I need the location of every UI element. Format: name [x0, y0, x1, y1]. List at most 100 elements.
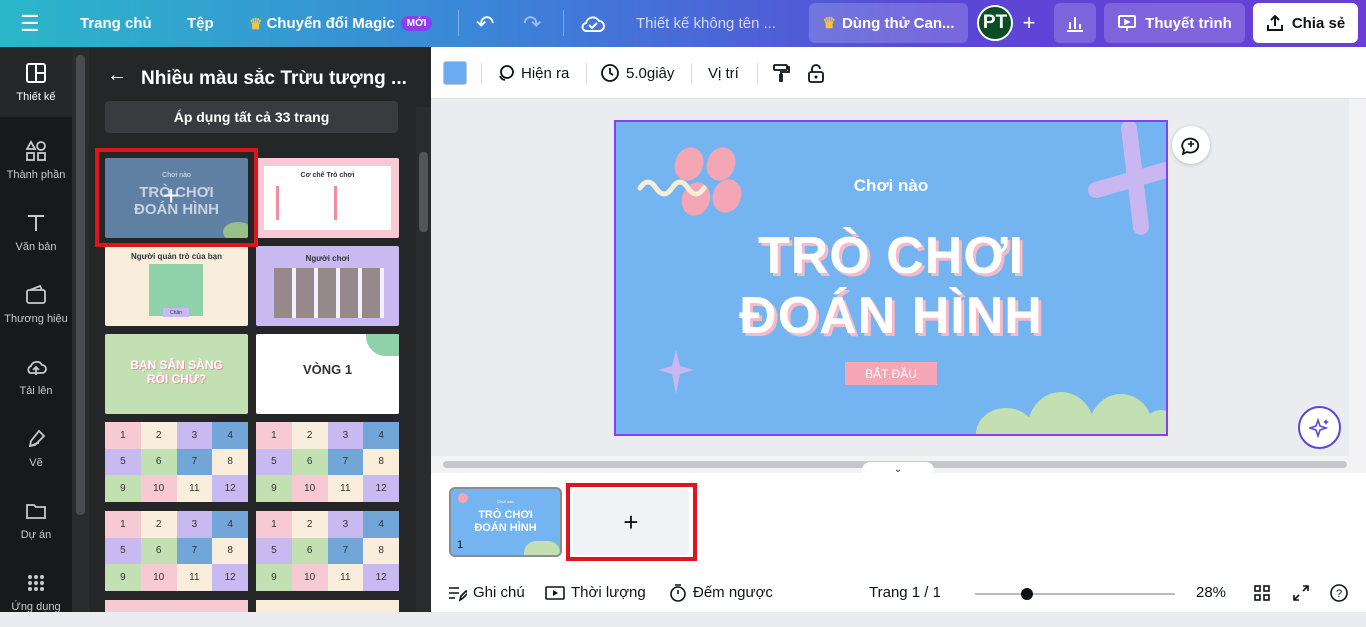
position-button[interactable]: Vị trí	[708, 47, 739, 99]
slide-canvas[interactable]: Chơi nào TRÒ CHƠI ĐOÁN HÌNH BẮT ĐẦU	[614, 120, 1168, 436]
duration-button[interactable]: Thời lượng	[545, 573, 646, 612]
duration-label: 5.0giây	[626, 64, 675, 82]
folder-icon	[26, 504, 46, 519]
crown-icon: ♛	[249, 15, 263, 33]
template-thumbnail-grid[interactable]: 1234 5678 9 10 11 12	[256, 422, 399, 502]
back-arrow-icon[interactable]: ←	[107, 64, 127, 87]
slide-title-line: TRÒ CHƠI	[757, 227, 1025, 285]
template-panel: ← Nhiều màu sắc Trừu tượng ... Áp dụng t…	[89, 47, 431, 612]
present-label: Thuyết trình	[1145, 14, 1232, 32]
brand-icon	[26, 284, 46, 304]
background-color-button[interactable]	[443, 47, 467, 99]
grid-view-icon[interactable]	[1253, 573, 1271, 612]
nav-label: Thành phần	[6, 169, 66, 181]
template-thumbnail-grid[interactable]: 1234 5678 9 10 11 12	[256, 511, 399, 591]
slide-title-line: ĐOÁN HÌNH	[739, 287, 1043, 345]
comment-plus-icon	[1181, 137, 1200, 156]
home-link[interactable]: Trang chủ	[80, 0, 152, 47]
layout-icon	[26, 63, 46, 83]
magic-assistant-button[interactable]	[1298, 406, 1341, 449]
notes-button[interactable]: Ghi chú	[447, 573, 525, 612]
timer-icon	[670, 583, 686, 602]
template-thumbnail[interactable]: VÒNG 1	[256, 334, 399, 414]
add-comment-button[interactable]	[1172, 126, 1210, 164]
insights-button[interactable]	[1054, 3, 1096, 43]
text-icon	[28, 215, 44, 231]
presentation-icon	[1118, 15, 1137, 31]
nav-brand[interactable]: Thương hiệu	[0, 269, 72, 339]
svg-text:?: ?	[1336, 588, 1342, 600]
nav-design[interactable]: Thiết kế	[0, 47, 72, 117]
color-swatch	[443, 61, 467, 85]
file-menu[interactable]: Tệp	[187, 0, 214, 47]
crown-icon: ♛	[822, 15, 836, 32]
share-label: Chia sẻ	[1291, 14, 1346, 32]
animate-button[interactable]: Hiện ra	[497, 47, 569, 99]
template-thumbnail[interactable]: Người chơi	[256, 246, 399, 326]
nav-elements[interactable]: Thành phần	[0, 125, 72, 195]
undo-icon[interactable]: ↶	[476, 0, 494, 47]
template-thumbnail-grid[interactable]: 1234 5678 9 10 11 12	[105, 511, 248, 591]
editor-toolbar: Hiện ra 5.0giây Vị trí	[431, 47, 1366, 99]
nav-label: Ứng dụng	[11, 601, 61, 613]
timer-button[interactable]: Đếm ngược	[669, 573, 773, 612]
shapes-icon	[25, 140, 46, 161]
top-bar: ☰ Trang chủ Tệp ♛ Chuyển đổi Magic MỚI ↶…	[0, 0, 1366, 47]
slide-title[interactable]: TRÒ CHƠI ĐOÁN HÌNH	[616, 226, 1166, 346]
duration-label: Thời lượng	[571, 584, 646, 601]
present-button[interactable]: Thuyết trình	[1104, 3, 1245, 43]
cloud-upload-icon	[27, 360, 47, 375]
nav-label: Văn bản	[15, 241, 57, 253]
plus-icon[interactable]: +	[1016, 9, 1042, 37]
cloud-saved-icon[interactable]	[580, 0, 606, 47]
redo-icon[interactable]: ↷	[523, 0, 541, 47]
bottom-bar: Ghi chú Thời lượng Đếm ngược Trang 1 / 1…	[431, 573, 1366, 612]
panel-scrollbar[interactable]	[416, 107, 431, 612]
apps-grid-icon	[28, 575, 44, 591]
zoom-value[interactable]: 28%	[1196, 573, 1226, 612]
nav-text[interactable]: Văn bản	[0, 197, 72, 267]
design-name[interactable]: Thiết kế không tên ...	[636, 0, 776, 47]
thumb-title: BẠN SẴN SÀNG RỒI CHỨ?	[130, 358, 223, 386]
lock-icon[interactable]	[807, 47, 825, 99]
page-thumbnail[interactable]: Chơi nào TRÒ CHƠI ĐOÁN HÌNH 1	[449, 487, 562, 557]
nav-uploads[interactable]: Tải lên	[0, 341, 72, 411]
fullscreen-icon[interactable]	[1292, 573, 1310, 612]
template-thumbnail-grid[interactable]: 1234 5678 9 10 11 12	[105, 422, 248, 502]
upload-icon	[1266, 14, 1283, 31]
help-icon[interactable]: ?	[1329, 573, 1349, 612]
magic-switch-button[interactable]: ♛ Chuyển đổi Magic MỚI	[249, 0, 433, 47]
avatar[interactable]: PT	[977, 5, 1013, 41]
nav-apps[interactable]: Ứng dụng	[0, 557, 72, 627]
menu-icon[interactable]: ☰	[20, 0, 52, 47]
draw-icon	[28, 429, 46, 448]
nav-scrollbar[interactable]	[72, 47, 89, 612]
template-thumbnail[interactable]: Người quản trò của bạn Chân	[105, 246, 248, 326]
animate-label: Hiện ra	[521, 64, 570, 82]
zoom-slider[interactable]	[975, 593, 1175, 595]
sparkle-icon	[1308, 416, 1329, 439]
apply-all-button[interactable]: Áp dụng tất cả 33 trang	[105, 101, 398, 133]
thumb-name: Chân	[163, 308, 189, 317]
selection-highlight	[95, 148, 258, 247]
share-button[interactable]: Chia sẻ	[1253, 3, 1358, 43]
canvas-scrollbar[interactable]	[1349, 99, 1366, 459]
nav-projects[interactable]: Dự án	[0, 485, 72, 555]
nav-draw[interactable]: Vẽ	[0, 413, 72, 483]
page-number: 1	[457, 539, 464, 551]
thumb-title: Cơ chế Trò chơi	[300, 172, 355, 179]
paint-roller-icon[interactable]	[771, 47, 791, 99]
template-thumbnail[interactable]: Cơ chế Trò chơi	[256, 158, 399, 238]
slide-subtitle[interactable]: Chơi nào	[616, 176, 1166, 196]
try-canva-pro-button[interactable]: ♛ Dùng thử Can...	[809, 3, 968, 43]
bar-chart-icon	[1067, 17, 1083, 32]
page-thumb-title: TRÒ CHƠI ĐOÁN HÌNH	[474, 509, 537, 534]
nav-label: Thiết kế	[16, 91, 56, 103]
magic-label: Chuyển đổi Magic	[266, 15, 395, 32]
selection-highlight	[566, 483, 697, 561]
duration-button[interactable]: 5.0giây	[600, 47, 674, 99]
template-thumbnail[interactable]: BẠN SẴN SÀNG RỒI CHỨ?	[105, 334, 248, 414]
page-indicator[interactable]: Trang 1 / 1	[869, 573, 941, 612]
zoom-slider-handle[interactable]	[1021, 588, 1033, 600]
start-button[interactable]: BẮT ĐẦU	[845, 362, 937, 385]
